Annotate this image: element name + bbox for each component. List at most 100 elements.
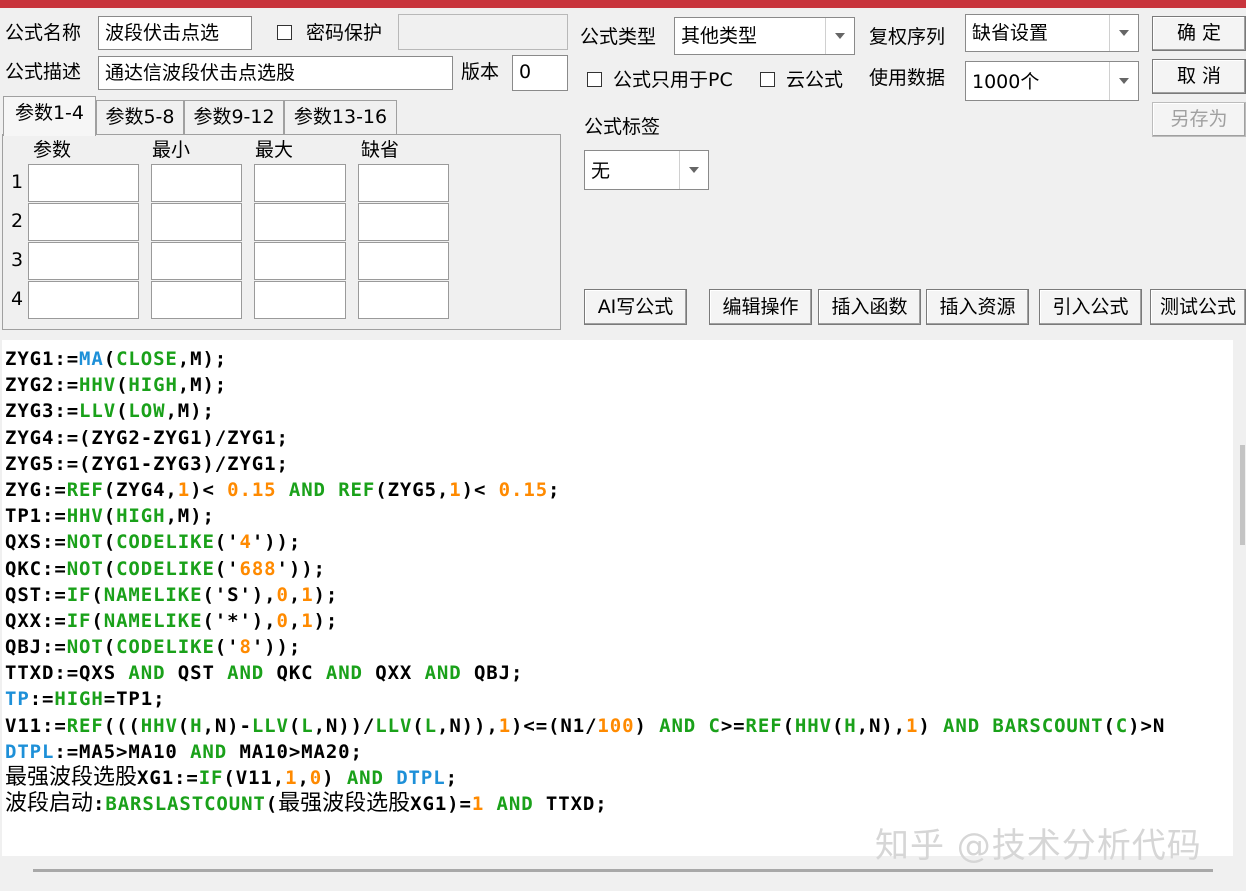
- code-token: L: [301, 714, 314, 737]
- code-token: BARSCOUNT: [992, 714, 1104, 737]
- code-token: ,N),: [856, 714, 906, 737]
- code-token: 688: [239, 557, 277, 580]
- param-2-default-input[interactable]: [358, 203, 449, 241]
- code-token: ZYG4:=(ZYG2-ZYG1)/ZYG1;: [5, 426, 289, 449]
- code-token: ): [918, 714, 944, 737]
- code-token: H: [844, 714, 857, 737]
- code-text[interactable]: ZYG1:=MA(CLOSE,M); ZYG2:=HHV(HIGH,M); ZYG3…: [5, 346, 1165, 817]
- code-line: ZYG2:=HHV(HIGH,M);: [5, 372, 1165, 398]
- code-token: QBJ;: [461, 662, 524, 685]
- code-token: L: [424, 714, 437, 737]
- import-formula-button[interactable]: 引入公式: [1039, 289, 1142, 325]
- version-input[interactable]: 0: [512, 55, 568, 91]
- code-token: :=MA5>MA10: [54, 740, 191, 763]
- code-token: MA: [79, 348, 104, 370]
- code-line: ZYG5:=(ZYG1-ZYG3)/ZYG1;: [5, 451, 1165, 477]
- tag-label: 公式标签: [584, 116, 661, 138]
- password-checkbox[interactable]: [277, 25, 292, 40]
- code-token: NAMELIKE: [103, 609, 203, 632]
- insert-resource-button[interactable]: 插入资源: [926, 289, 1029, 325]
- code-token: (: [103, 505, 117, 528]
- formula-name-input[interactable]: 波段伏击点选: [98, 16, 252, 50]
- description-label: 公式描述: [5, 61, 82, 83]
- version-label: 版本: [461, 61, 500, 83]
- tab-params-5-8[interactable]: 参数5-8: [96, 100, 184, 135]
- ok-button[interactable]: 确 定: [1152, 16, 1246, 51]
- code-token: XG1:=: [137, 767, 199, 789]
- code-line: QXS:=NOT(CODELIKE('4'));: [5, 529, 1165, 555]
- data-value: 1000个: [972, 71, 1040, 93]
- code-token: AND: [227, 662, 265, 685]
- code-token: 0: [276, 583, 289, 606]
- param-2-name-input[interactable]: [28, 203, 139, 241]
- rights-select[interactable]: 缺省设置: [965, 14, 1139, 52]
- test-formula-button[interactable]: 测试公式: [1150, 289, 1246, 325]
- description-input[interactable]: 通达信波段伏击点选股: [98, 56, 453, 90]
- cloud-label: 云公式: [786, 69, 844, 91]
- param-3-name-input[interactable]: [28, 242, 139, 280]
- param-4-min-input[interactable]: [151, 281, 242, 319]
- code-token: AND: [943, 714, 981, 737]
- code-line: ZYG3:=LLV(LOW,M);: [5, 398, 1165, 424]
- param-1-min-input[interactable]: [151, 164, 242, 202]
- code-token: CODELIKE: [116, 557, 215, 580]
- chevron-down-icon[interactable]: [825, 18, 854, 54]
- code-token: );: [313, 583, 339, 606]
- formula-type-label: 公式类型: [580, 26, 657, 48]
- tab-params-9-12[interactable]: 参数9-12: [184, 100, 284, 135]
- horizontal-scrollbar-thumb[interactable]: [33, 869, 1213, 872]
- param-3-min-input[interactable]: [151, 242, 242, 280]
- code-token: ;: [548, 478, 561, 501]
- param-1-max-input[interactable]: [254, 164, 346, 202]
- tag-select[interactable]: 无: [584, 150, 709, 190]
- chevron-down-icon[interactable]: [679, 151, 708, 189]
- param-2-min-input[interactable]: [151, 203, 242, 241]
- edit-operation-button[interactable]: 编辑操作: [709, 289, 812, 325]
- param-1-default-input[interactable]: [358, 164, 449, 202]
- formula-type-select[interactable]: 其他类型: [674, 17, 855, 55]
- cloud-checkbox[interactable]: [760, 72, 775, 87]
- insert-function-button[interactable]: 插入函数: [818, 289, 921, 325]
- code-token: )<=(N1/: [511, 714, 598, 737]
- code-token: REF: [66, 478, 104, 501]
- vertical-scrollbar[interactable]: [1233, 340, 1246, 856]
- code-token: 1: [301, 609, 314, 632]
- code-token: ,M);: [165, 400, 215, 423]
- code-token: LLV: [79, 400, 117, 423]
- code-token: 0: [309, 767, 323, 789]
- tab-params-1-4[interactable]: 参数1-4: [3, 96, 96, 136]
- tab-params-13-16[interactable]: 参数13-16: [284, 100, 397, 135]
- ai-write-formula-button[interactable]: AI写公式: [584, 289, 687, 325]
- watermark: 知乎 @技术分析代码: [875, 826, 1202, 866]
- code-token: HHV: [794, 714, 832, 737]
- chevron-down-icon[interactable]: [1109, 62, 1138, 100]
- code-token: (: [831, 714, 845, 737]
- code-token: ZYG:=: [5, 478, 67, 501]
- param-4-max-input[interactable]: [254, 281, 346, 319]
- param-4-default-input[interactable]: [358, 281, 449, 319]
- data-select[interactable]: 1000个: [965, 61, 1139, 101]
- code-token: AND: [190, 740, 228, 763]
- param-1-name-input[interactable]: [28, 164, 139, 202]
- vertical-scrollbar-thumb[interactable]: [1240, 445, 1245, 545]
- param-row-number: 1: [11, 171, 24, 193]
- code-token: (: [177, 714, 191, 737]
- code-line: V11:=REF(((HHV(H,N)-LLV(L,N))/LLV(L,N)),…: [5, 713, 1165, 739]
- cancel-button[interactable]: 取 消: [1152, 59, 1246, 94]
- chevron-down-icon[interactable]: [1109, 15, 1138, 51]
- code-token: 1: [301, 583, 314, 606]
- param-3-max-input[interactable]: [254, 242, 346, 280]
- pc-only-checkbox[interactable]: [587, 72, 602, 87]
- code-token: AND: [128, 662, 166, 685]
- code-token: LLV: [375, 714, 413, 737]
- code-editor[interactable]: ZYG1:=MA(CLOSE,M); ZYG2:=HHV(HIGH,M); ZYG3…: [2, 340, 1233, 856]
- param-2-max-input[interactable]: [254, 203, 346, 241]
- code-token: IF: [198, 767, 224, 789]
- param-4-name-input[interactable]: [28, 281, 139, 319]
- save-as-button[interactable]: 另存为: [1152, 102, 1246, 137]
- code-token: (V11,: [223, 767, 286, 789]
- code-token: 最强波段选股: [278, 791, 411, 817]
- param-3-default-input[interactable]: [358, 242, 449, 280]
